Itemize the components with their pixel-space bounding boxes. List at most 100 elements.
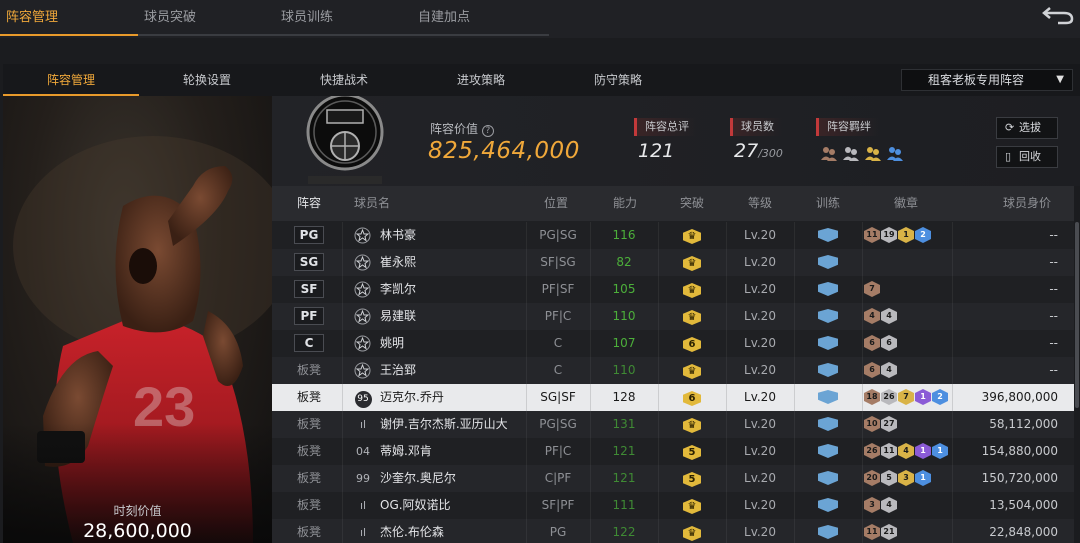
col-ovr: 能力 bbox=[612, 196, 637, 210]
player-break: ♛ bbox=[658, 249, 726, 276]
lineup-select[interactable]: 租客老板专用阵容 ▼ bbox=[901, 69, 1073, 91]
table-row[interactable]: 板凳 04 蒂姆.邓肯 PF|C 121 5 Lv.20 26 11 4 1 1 154,880,000 bbox=[272, 438, 1074, 465]
tab-lineup-management[interactable]: 阵容管理 bbox=[0, 0, 138, 36]
table-row[interactable]: 板凳 ıl OG.阿奴诺比 SF|PF 111 ♛ Lv.20 3 4 13,504,000 bbox=[272, 492, 1074, 519]
breakthrough-badge-icon: 5 bbox=[683, 445, 701, 460]
table-row[interactable]: PG 林书豪 PG|SG 116 ♛ Lv.20 11 19 1 2 -- bbox=[272, 222, 1074, 249]
subtab-quick-tactics[interactable]: 快捷战术 bbox=[276, 64, 412, 96]
emblem-badge: 20 bbox=[864, 470, 880, 486]
tab-player-breakthrough[interactable]: 球员突破 bbox=[138, 0, 275, 36]
player-name[interactable]: OG.阿奴诺比 bbox=[380, 492, 526, 519]
training-shield-icon[interactable] bbox=[818, 498, 838, 512]
lineup-select-value: 租客老板专用阵容 bbox=[928, 73, 1025, 87]
table-row[interactable]: 板凳 95 迈克尔.乔丹 SG|SF 128 6 Lv.20 18 26 7 1 2 396,800,0… bbox=[272, 384, 1074, 411]
table-row[interactable]: 板凳 ıl 杰伦.布伦森 PG 122 ♛ Lv.20 11 21 22,848,000 bbox=[272, 519, 1074, 543]
column-divider bbox=[952, 276, 953, 303]
player-name[interactable]: 蒂姆.邓肯 bbox=[380, 438, 526, 465]
training-shield-icon[interactable] bbox=[818, 309, 838, 323]
player-level: Lv.20 bbox=[744, 417, 776, 431]
training-shield-icon[interactable] bbox=[818, 471, 838, 485]
bond-people-icon[interactable] bbox=[886, 144, 904, 162]
column-divider bbox=[590, 465, 591, 492]
star-icon bbox=[354, 362, 371, 379]
training-shield-icon[interactable] bbox=[818, 363, 838, 377]
table-row[interactable]: SF 李凯尔 PF|SF 105 ♛ Lv.20 7 -- bbox=[272, 276, 1074, 303]
player-name[interactable]: 沙奎尔.奥尼尔 bbox=[380, 465, 526, 492]
column-divider bbox=[726, 411, 727, 438]
column-divider bbox=[726, 465, 727, 492]
subtab-rotation[interactable]: 轮换设置 bbox=[139, 64, 275, 96]
column-divider bbox=[342, 357, 343, 384]
player-name[interactable]: 林书豪 bbox=[380, 222, 526, 249]
subtab-offense[interactable]: 进攻策略 bbox=[413, 64, 549, 96]
subtab-lineup[interactable]: 阵容管理 bbox=[3, 64, 139, 96]
player-break: 6 bbox=[658, 330, 726, 357]
training-shield-icon[interactable] bbox=[818, 444, 838, 458]
column-divider bbox=[726, 303, 727, 330]
training-shield-icon[interactable] bbox=[818, 417, 838, 431]
player-name[interactable]: 王治郅 bbox=[380, 357, 526, 384]
column-divider bbox=[726, 330, 727, 357]
select-button[interactable]: ⟳ 选拔 bbox=[996, 117, 1058, 139]
tab-custom-points[interactable]: 自建加点 bbox=[412, 0, 549, 36]
training-shield-icon[interactable] bbox=[818, 336, 838, 350]
table-row[interactable]: C 姚明 C 107 6 Lv.20 6 6 -- bbox=[272, 330, 1074, 357]
table-row[interactable]: 板凳 99 沙奎尔.奥尼尔 C|PF 121 5 Lv.20 20 5 3 1 150,720,000 bbox=[272, 465, 1074, 492]
table-header: 阵容 球员名 位置 能力 突破 等级 训练 徽章 球员身价 bbox=[272, 186, 1074, 221]
emblem-badge: 4 bbox=[864, 308, 880, 324]
player-level: Lv.20 bbox=[744, 471, 776, 485]
table-row[interactable]: SG 崔永熙 SF|SG 82 ♛ Lv.20 -- bbox=[272, 249, 1074, 276]
player-name[interactable]: 迈克尔.乔丹 bbox=[380, 384, 526, 411]
training-shield-icon[interactable] bbox=[818, 282, 838, 296]
player-break: 5 bbox=[658, 438, 726, 465]
column-divider bbox=[952, 303, 953, 330]
player-position: PG bbox=[549, 525, 567, 539]
tab-player-training[interactable]: 球员训练 bbox=[275, 0, 412, 36]
player-train bbox=[794, 465, 862, 492]
bond-people-icon[interactable] bbox=[820, 144, 838, 162]
recycle-button[interactable]: ▯ 回收 bbox=[996, 146, 1058, 168]
bond-people-icon[interactable] bbox=[864, 144, 882, 162]
player-name[interactable]: 姚明 bbox=[380, 330, 526, 357]
player-worth: -- bbox=[1049, 255, 1058, 269]
table-row[interactable]: 板凳 王治郅 C 110 ♛ Lv.20 6 4 -- bbox=[272, 357, 1074, 384]
emblem-badge: 27 bbox=[881, 416, 897, 432]
column-divider bbox=[794, 384, 795, 411]
lineup-summary: 阵容价值 ? 825,464,000 阵容总评 121 球员数 27/300 阵… bbox=[272, 96, 1080, 186]
column-divider bbox=[952, 330, 953, 357]
help-circle-icon[interactable]: ? bbox=[481, 125, 494, 137]
column-divider bbox=[526, 276, 527, 303]
table-row[interactable]: 板凳 ıl 谢伊.吉尔杰斯.亚历山大 PG|SG 131 ♛ Lv.20 10 27 58,112… bbox=[272, 411, 1074, 438]
back-button[interactable] bbox=[1042, 4, 1074, 26]
emblem-badge: 6 bbox=[881, 335, 897, 351]
column-divider bbox=[342, 276, 343, 303]
player-train bbox=[794, 303, 862, 330]
column-divider bbox=[658, 222, 659, 249]
training-shield-icon[interactable] bbox=[818, 525, 838, 539]
training-shield-icon[interactable] bbox=[818, 390, 838, 404]
player-break: ♛ bbox=[658, 519, 726, 543]
player-name[interactable]: 谢伊.吉尔杰斯.亚历山大 bbox=[380, 411, 526, 438]
subtab-defense[interactable]: 防守策略 bbox=[550, 64, 686, 96]
breakthrough-badge-icon: ♛ bbox=[683, 310, 701, 325]
training-shield-icon[interactable] bbox=[818, 255, 838, 269]
player-emblems: 34 bbox=[864, 497, 897, 513]
player-train bbox=[794, 411, 862, 438]
table-row[interactable]: PF 易建联 PF|C 110 ♛ Lv.20 4 4 -- bbox=[272, 303, 1074, 330]
column-divider bbox=[862, 492, 863, 519]
player-name[interactable]: 崔永熙 bbox=[380, 249, 526, 276]
column-divider bbox=[658, 465, 659, 492]
column-divider bbox=[590, 303, 591, 330]
player-name[interactable]: 杰伦.布伦森 bbox=[380, 519, 526, 543]
column-divider bbox=[342, 330, 343, 357]
player-name[interactable]: 易建联 bbox=[380, 303, 526, 330]
player-name[interactable]: 李凯尔 bbox=[380, 276, 526, 303]
column-divider bbox=[526, 249, 527, 276]
table-scrollbar[interactable] bbox=[1075, 222, 1079, 408]
column-divider bbox=[794, 492, 795, 519]
training-shield-icon[interactable] bbox=[818, 228, 838, 242]
bond-people-icon[interactable] bbox=[842, 144, 860, 162]
column-divider bbox=[952, 492, 953, 519]
column-divider bbox=[658, 519, 659, 543]
column-divider bbox=[658, 438, 659, 465]
